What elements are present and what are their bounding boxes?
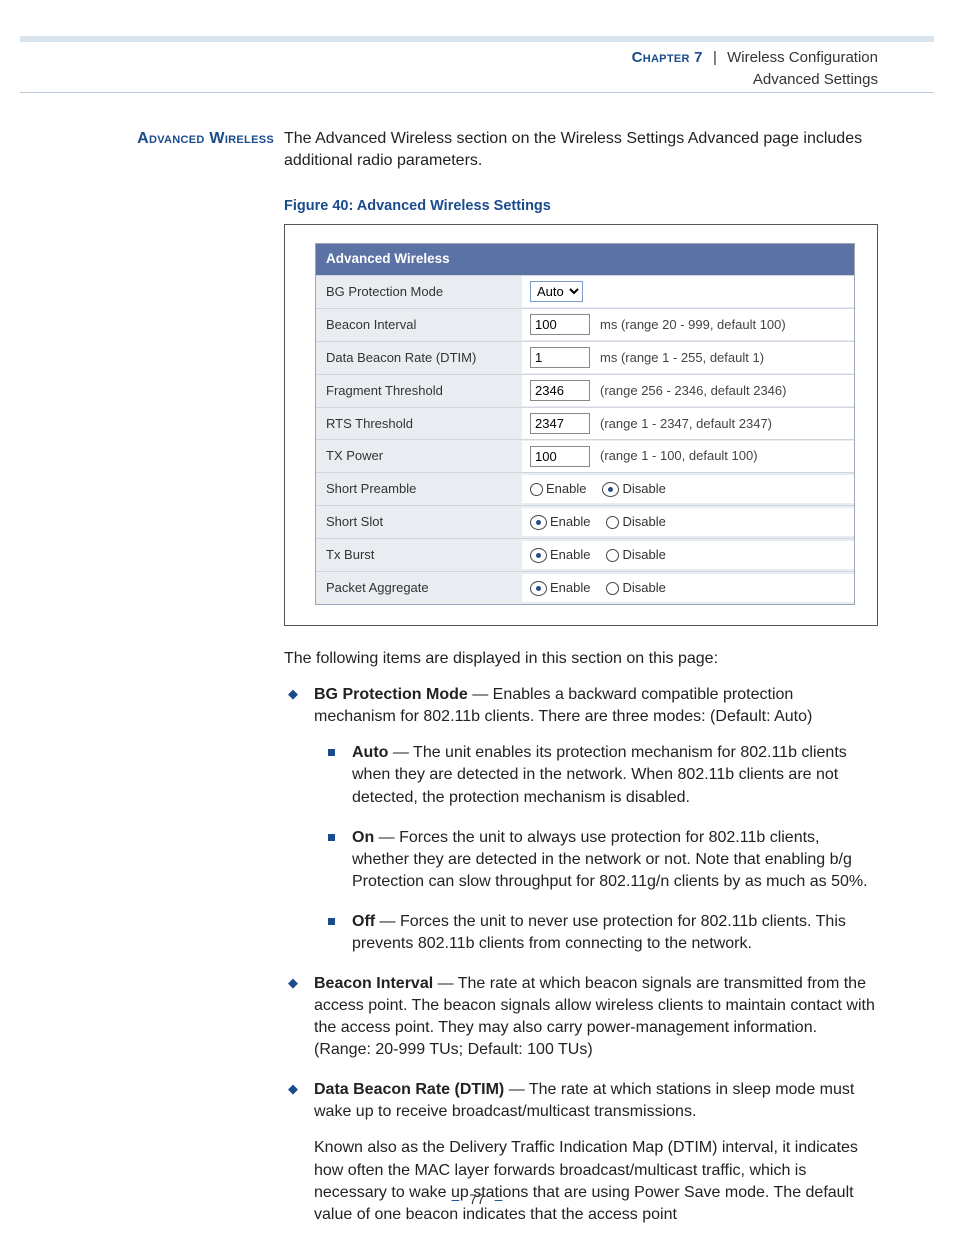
page-footer: – 77 – (0, 1191, 954, 1207)
txpower-hint: (range 1 - 100, default 100) (600, 447, 758, 465)
subitem-auto: Auto — The unit enables its protection m… (328, 742, 878, 808)
disable-text: Disable (622, 579, 665, 597)
row-short-slot: Short Slot Enable Disable (316, 505, 854, 538)
fragment-label: Fragment Threshold (316, 375, 522, 407)
rts-label: RTS Threshold (316, 408, 522, 440)
short-slot-label: Short Slot (316, 506, 522, 538)
running-header: Chapter 7 | Wireless Configuration Advan… (632, 48, 878, 89)
header-title-2: Advanced Settings (632, 70, 878, 90)
footer-dash: – (452, 1191, 460, 1207)
enable-text: Enable (550, 546, 590, 564)
bg-protection-label: BG Protection Mode (316, 276, 522, 308)
beacon-interval-input[interactable] (530, 314, 590, 335)
item-title: Data Beacon Rate (DTIM) (314, 1081, 504, 1098)
txpower-label: TX Power (316, 440, 522, 472)
tx-burst-disable[interactable]: Disable (606, 546, 665, 564)
disable-text: Disable (622, 513, 665, 531)
subitem-title: Off (352, 913, 375, 930)
dtim-label: Data Beacon Rate (DTIM) (316, 342, 522, 374)
figure-caption: Figure 40: Advanced Wireless Settings (284, 196, 878, 216)
short-slot-disable[interactable]: Disable (606, 513, 665, 531)
chapter-label: Chapter 7 (632, 49, 703, 66)
row-beacon-interval: Beacon Interval ms (range 20 - 999, defa… (316, 308, 854, 341)
radio-icon (530, 483, 543, 496)
item-bg-protection: BG Protection Mode — Enables a backward … (288, 684, 878, 955)
row-short-preamble: Short Preamble Enable Disable (316, 472, 854, 505)
short-preamble-disable[interactable]: Disable (602, 480, 665, 498)
item-title: Beacon Interval (314, 975, 433, 992)
beacon-interval-label: Beacon Interval (316, 309, 522, 341)
fragment-hint: (range 256 - 2346, default 2346) (600, 382, 786, 400)
panel-title: Advanced Wireless (316, 244, 854, 275)
page-number: 77 (469, 1191, 485, 1207)
radio-icon (530, 581, 547, 596)
subitem-desc: — Forces the unit to always use protecti… (352, 829, 868, 890)
enable-text: Enable (546, 480, 586, 498)
short-preamble-enable[interactable]: Enable (530, 480, 586, 498)
subitem-title: Auto (352, 744, 388, 761)
advanced-wireless-panel: Advanced Wireless BG Protection Mode Aut… (315, 243, 855, 605)
item-desc-2: Known also as the Delivery Traffic Indic… (314, 1139, 858, 1222)
short-preamble-label: Short Preamble (316, 473, 522, 505)
rts-hint: (range 1 - 2347, default 2347) (600, 415, 772, 433)
fragment-input[interactable] (530, 380, 590, 401)
txpower-input[interactable] (530, 446, 590, 467)
row-txpower: TX Power (range 1 - 100, default 100) (316, 439, 854, 472)
row-dtim: Data Beacon Rate (DTIM) ms (range 1 - 25… (316, 341, 854, 374)
disable-text: Disable (622, 546, 665, 564)
subitem-desc: — The unit enables its protection mechan… (352, 744, 847, 805)
bg-protection-select[interactable]: Auto (530, 281, 583, 302)
short-slot-enable[interactable]: Enable (530, 513, 590, 531)
packet-aggregate-disable[interactable]: Disable (606, 579, 665, 597)
item-beacon-interval: Beacon Interval — The rate at which beac… (288, 973, 878, 1061)
subitem-title: On (352, 829, 374, 846)
radio-icon (530, 548, 547, 563)
tx-burst-enable[interactable]: Enable (530, 546, 590, 564)
packet-aggregate-label: Packet Aggregate (316, 572, 522, 604)
radio-icon (602, 482, 619, 497)
row-bg-protection: BG Protection Mode Auto (316, 275, 854, 308)
beacon-interval-hint: ms (range 20 - 999, default 100) (600, 316, 786, 334)
section-sidehead: Advanced Wireless (88, 128, 284, 150)
header-title-1: Wireless Configuration (727, 49, 878, 66)
enable-text: Enable (550, 513, 590, 531)
rts-input[interactable] (530, 413, 590, 434)
dtim-input[interactable] (530, 347, 590, 368)
dtim-hint: ms (range 1 - 255, default 1) (600, 349, 764, 367)
radio-icon (606, 549, 619, 562)
row-rts: RTS Threshold (range 1 - 2347, default 2… (316, 407, 854, 440)
subitem-on: On — Forces the unit to always use prote… (328, 827, 878, 893)
subitem-desc: — Forces the unit to never use protectio… (352, 913, 846, 952)
screenshot-frame: Advanced Wireless BG Protection Mode Aut… (284, 224, 878, 626)
header-rule-thin (20, 92, 934, 93)
items-intro: The following items are displayed in thi… (284, 648, 878, 670)
footer-dash: – (495, 1191, 503, 1207)
bg-sublist: Auto — The unit enables its protection m… (328, 742, 878, 955)
row-fragment: Fragment Threshold (range 256 - 2346, de… (316, 374, 854, 407)
items-list: BG Protection Mode — Enables a backward … (288, 684, 878, 1226)
radio-icon (606, 516, 619, 529)
item-title: BG Protection Mode (314, 686, 468, 703)
tx-burst-label: Tx Burst (316, 539, 522, 571)
disable-text: Disable (622, 480, 665, 498)
intro-paragraph: The Advanced Wireless section on the Wir… (284, 128, 878, 172)
packet-aggregate-enable[interactable]: Enable (530, 579, 590, 597)
radio-icon (606, 582, 619, 595)
header-separator: | (713, 49, 717, 66)
row-tx-burst: Tx Burst Enable Disable (316, 538, 854, 571)
radio-icon (530, 515, 547, 530)
subitem-off: Off — Forces the unit to never use prote… (328, 911, 878, 955)
header-rule (20, 36, 934, 42)
row-packet-aggregate: Packet Aggregate Enable Disable (316, 571, 854, 604)
enable-text: Enable (550, 579, 590, 597)
